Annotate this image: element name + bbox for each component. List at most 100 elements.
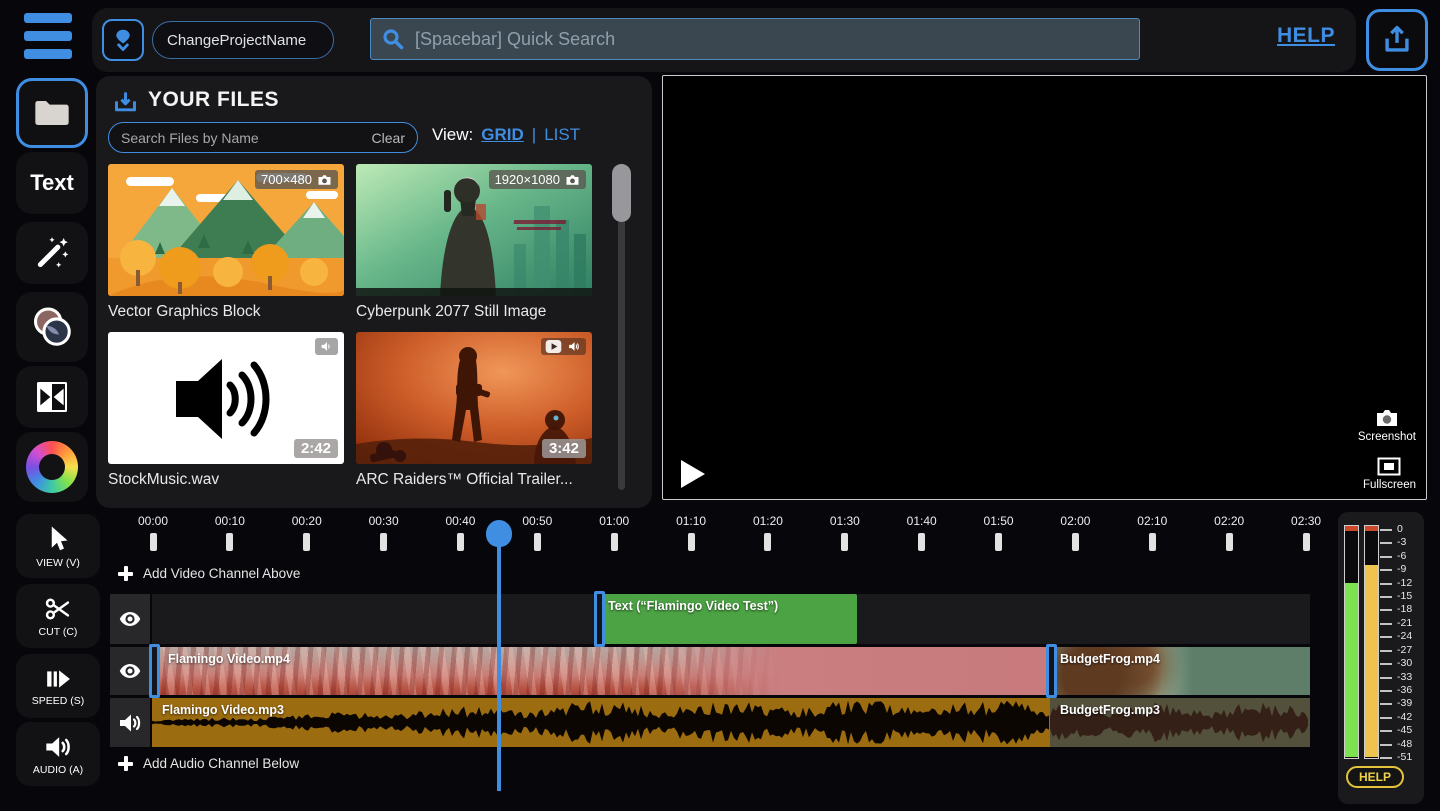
files-search[interactable]: Clear [108,122,418,153]
ruler-tick [226,533,233,551]
quick-search-input[interactable] [415,29,1129,50]
speaker-icon [117,711,143,735]
tool-cut-button[interactable]: CUT (C) [16,584,100,648]
file-card-stockmusic[interactable]: 2:42 StockMusic.wav [108,332,344,489]
speaker-icon [566,340,582,353]
timeline-help-button[interactable]: HELP [1346,766,1404,788]
ruler-tick [457,533,464,551]
view-list-button[interactable]: LIST [544,125,580,145]
files-search-input[interactable] [121,130,372,146]
ruler-time-label: 02:00 [1045,514,1105,528]
flamingo-clip-trim-handle[interactable] [149,644,160,698]
project-name-input[interactable] [152,21,334,59]
ruler-tick [688,533,695,551]
screenshot-button[interactable]: Screenshot [1358,408,1416,443]
resolution-badge: 700×480 [255,170,338,189]
db-label: -18 [1397,603,1412,615]
track2-visibility-toggle[interactable] [110,647,150,695]
quick-search[interactable] [370,18,1140,60]
ruler-time-label: 02:30 [1276,514,1336,528]
ruler-tick [303,533,310,551]
sidebar-item-effects[interactable] [16,222,88,284]
db-label: -12 [1397,577,1412,589]
ruler-time-label: 00:00 [123,514,183,528]
audio-type-badge [315,338,338,355]
add-video-channel-button[interactable]: Add Video Channel Above [118,566,300,581]
db-label: -42 [1397,711,1412,723]
view-grid-button[interactable]: GRID [481,125,524,145]
text-clip[interactable]: Text (“Flamingo Video Test”) [598,594,857,644]
camera-icon [1374,408,1400,428]
ruler-tick [1226,533,1233,551]
file-thumbnail: 700×480 [108,164,344,296]
db-label: -39 [1397,697,1412,709]
pin-gem-icon [110,27,136,53]
folder-icon [32,96,72,130]
db-tick [1380,556,1392,558]
camera-icon [565,174,580,186]
db-label: -33 [1397,671,1412,683]
file-name: Cyberpunk 2077 Still Image [356,303,592,321]
track3-mute-toggle[interactable] [110,698,150,747]
play-button[interactable] [681,460,705,488]
resolution-badge: 1920×1080 [489,170,586,189]
ruler-tick [150,533,157,551]
plus-icon [118,756,133,771]
camera-icon [317,174,332,186]
sidebar-item-colors[interactable] [16,432,88,502]
ruler-time-label: 01:30 [815,514,875,528]
speaker-icon [319,340,334,353]
speaker-large-icon [166,351,286,446]
export-button[interactable] [1366,9,1428,71]
file-card-arc-raiders[interactable]: 3:42 ARC Raiders™ Official Trailer... [356,332,592,489]
meter-clip-indicator [1345,526,1358,531]
sidebar-item-transitions[interactable] [16,366,88,428]
speed-icon [43,666,73,692]
track1-visibility-toggle[interactable] [110,594,150,644]
file-name: ARC Raiders™ Official Trailer... [356,471,592,489]
ruler-tick [918,533,925,551]
export-icon [1380,23,1414,57]
fullscreen-button[interactable]: Fullscreen [1363,457,1416,491]
db-tick [1380,757,1392,759]
tool-speed-button[interactable]: SPEED (S) [16,654,100,718]
ruler-time-label: 00:40 [430,514,490,528]
screenshot-label: Screenshot [1358,431,1416,443]
db-label: -6 [1397,550,1406,562]
search-icon [381,27,405,51]
budgetfrog-video-clip[interactable]: BudgetFrog.mp4 [1050,647,1310,695]
file-card-vector-graphics[interactable]: 700×480 Vector Graphics Block [108,164,344,321]
db-tick [1380,663,1392,665]
sidebar-item-filters[interactable] [16,292,88,362]
hamburger-menu-button[interactable] [24,13,72,61]
db-tick [1380,542,1392,544]
db-label: -45 [1397,724,1412,736]
budgetfrog-audio-clip[interactable]: BudgetFrog.mp3 [1050,698,1310,747]
project-save-button[interactable] [102,19,144,61]
scissors-icon [44,595,72,623]
text-clip-trim-handle[interactable] [594,591,605,647]
meter-level-left [1345,583,1358,757]
files-scrollbar-thumb[interactable] [612,164,631,222]
db-tick [1380,744,1392,746]
color-wheel-icon [26,441,78,493]
ruler-time-label: 00:20 [277,514,337,528]
ruler-time-label: 01:40 [892,514,952,528]
files-search-clear-button[interactable]: Clear [372,130,405,146]
budgetfrog-clip-trim-handle[interactable] [1046,644,1057,698]
sidebar-item-text[interactable]: Text [16,152,88,214]
file-card-cyberpunk[interactable]: 1920×1080 Cyberpunk 2077 Still Image [356,164,592,321]
ruler-tick [1303,533,1310,551]
playhead-handle[interactable] [486,520,512,547]
sidebar-item-files[interactable] [16,78,88,148]
flamingo-video-clip[interactable]: Flamingo Video.mp4 [152,647,1050,695]
flamingo-audio-clip[interactable]: Flamingo Video.mp3 [152,698,1050,747]
db-tick [1380,730,1392,732]
add-audio-channel-button[interactable]: Add Audio Channel Below [118,756,299,771]
tool-audio-button[interactable]: AUDIO (A) [16,722,100,786]
view-label: View: [432,125,473,145]
ruler-time-label: 00:50 [507,514,567,528]
db-label: 0 [1397,523,1403,535]
tool-view-button[interactable]: VIEW (V) [16,514,100,578]
help-link[interactable]: HELP [1277,24,1335,48]
